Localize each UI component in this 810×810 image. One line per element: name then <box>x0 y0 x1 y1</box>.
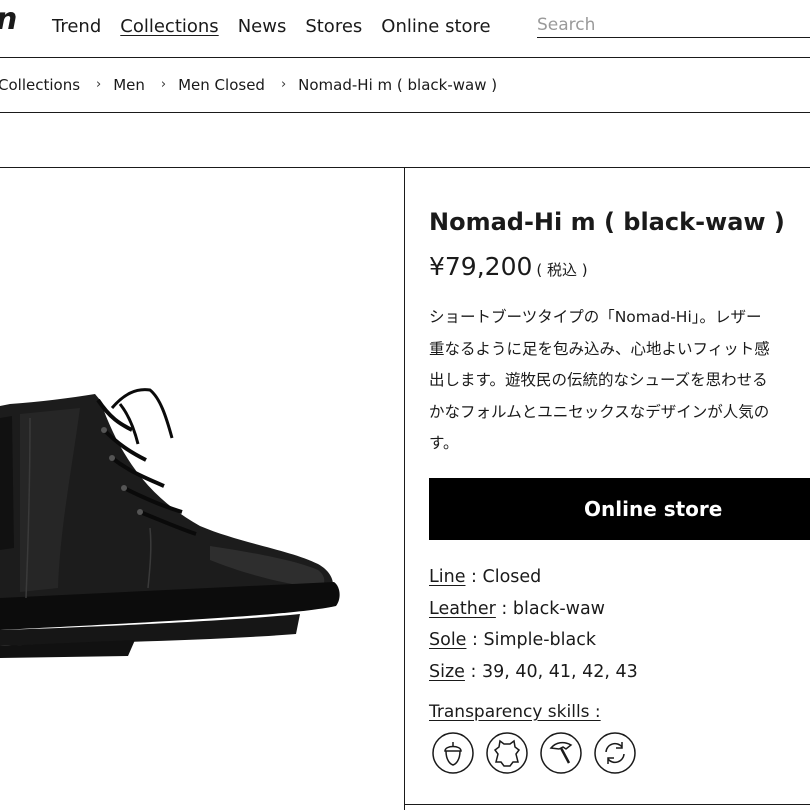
description-line: かなフォルムとユニセックスなデザインが人気の <box>429 402 770 421</box>
spec-line: Line : Closed <box>429 562 638 594</box>
leather-hide-icon[interactable] <box>486 732 528 774</box>
spec-line-link[interactable]: Line <box>429 567 465 587</box>
nav-trend[interactable]: Trend <box>52 16 101 37</box>
spec-sole: Sole : Simple-black <box>429 625 638 657</box>
skill-icons <box>432 732 636 774</box>
spec-size-link[interactable]: Size <box>429 662 465 682</box>
product-price: ¥79,200( 税込 ) <box>429 252 588 281</box>
online-store-button[interactable]: Online store <box>429 478 810 540</box>
boot-illustration <box>0 388 340 658</box>
breadcrumb-collections[interactable]: Collections <box>0 76 80 94</box>
product-specs: Line : Closed Leather : black-waw Sole :… <box>429 562 638 688</box>
description-line: 出します。遊牧民の伝統的なシューズを思わせる <box>429 371 768 389</box>
spec-sole-link[interactable]: Sole <box>429 630 466 650</box>
breadcrumb-separator: › <box>96 77 102 92</box>
hammer-icon[interactable] <box>540 732 582 774</box>
product-description: ショートブーツタイプの「Nomad-Hi」。レザー 重なるように足を包み込み、心… <box>429 302 810 460</box>
spec-leather-value: : black-waw <box>495 598 605 619</box>
transparency-skills-link[interactable]: Transparency skills : <box>429 702 601 722</box>
nav-collections[interactable]: Collections <box>120 16 218 37</box>
spec-line-value: : Closed <box>465 567 542 587</box>
nav-online-store[interactable]: Online store <box>381 16 490 37</box>
breadcrumb-men[interactable]: Men <box>113 76 145 94</box>
product-title: Nomad-Hi m ( black-waw ) <box>429 208 785 236</box>
site-header: n Trend Collections News Stores Online s… <box>0 0 810 58</box>
price-value: ¥79,200 <box>429 252 533 281</box>
description-line: ショートブーツタイプの「Nomad-Hi」。レザー <box>429 308 762 326</box>
tax-note: ( 税込 ) <box>536 261 588 279</box>
spec-size: Size : 39, 40, 41, 42, 43 <box>429 657 638 689</box>
search-input[interactable] <box>537 13 810 38</box>
nav-stores[interactable]: Stores <box>305 16 362 37</box>
breadcrumb: Collections › Men › Men Closed › Nomad-H… <box>0 57 810 113</box>
spacer-band <box>0 113 810 168</box>
breadcrumb-separator: › <box>280 77 287 92</box>
breadcrumb-separator: › <box>160 77 167 92</box>
divider <box>404 804 810 805</box>
breadcrumb-current: Nomad-Hi m ( black-waw ) <box>298 75 498 94</box>
spec-leather-link[interactable]: Leather <box>429 599 496 619</box>
acorn-icon[interactable] <box>432 732 474 774</box>
spec-leather: Leather : black-waw <box>429 594 638 626</box>
product-image <box>0 168 405 810</box>
nav-news[interactable]: News <box>238 16 287 37</box>
logo[interactable]: n <box>0 2 17 37</box>
breadcrumb-men-closed[interactable]: Men Closed <box>178 76 265 94</box>
description-line: す。 <box>429 434 459 452</box>
recycle-icon[interactable] <box>594 732 636 774</box>
spec-sole-value: : Simple-black <box>466 630 596 650</box>
main-nav: Trend Collections News Stores Online sto… <box>52 16 491 37</box>
spec-size-value: : 39, 40, 41, 42, 43 <box>464 661 638 682</box>
description-line: 重なるように足を包み込み、心地よいフィット感 <box>429 339 770 358</box>
